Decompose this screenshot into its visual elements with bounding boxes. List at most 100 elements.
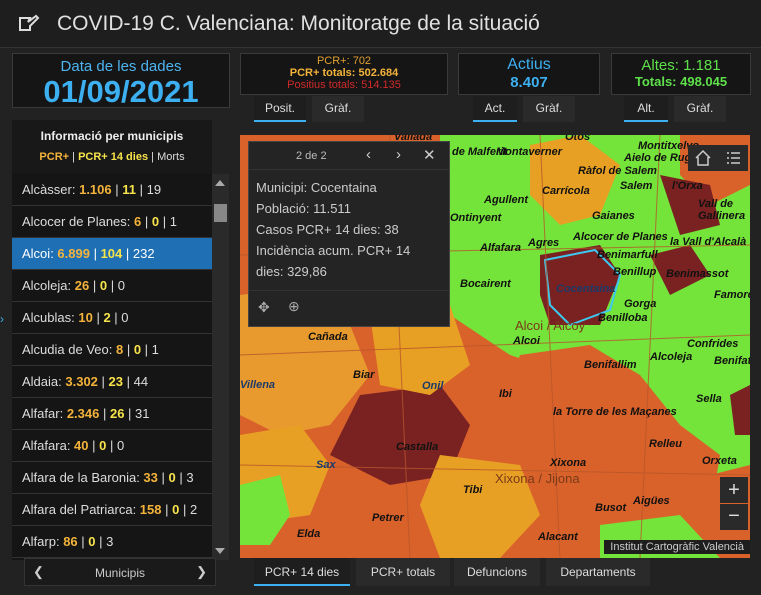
- pcr14-value: 0: [99, 278, 108, 293]
- pcr-value: 26: [74, 278, 90, 293]
- municipality-item[interactable]: Alfara de la Baronia: 33 | 0 | 3: [12, 462, 212, 494]
- map-label: Elda: [297, 528, 321, 540]
- municipality-nav: ❮ Municipis ❯: [24, 558, 216, 586]
- municipality-name: Alfara de la Baronia: [22, 470, 137, 485]
- positives-total: Positius totals: 514.135: [287, 79, 401, 91]
- home-button[interactable]: [688, 145, 718, 171]
- tab-pcr14[interactable]: PCR+ 14 dies: [254, 558, 350, 586]
- deaths-value: 19: [146, 182, 162, 197]
- municipality-item[interactable]: Alcudia de Veo: 8 | 0 | 1: [12, 334, 212, 366]
- date-label: Data de les dades: [60, 58, 182, 75]
- scroll-thumb[interactable]: [214, 204, 227, 222]
- tab-recovered[interactable]: Alt.: [624, 96, 668, 122]
- map-label: Villena: [240, 379, 276, 391]
- tab-departments[interactable]: Departaments: [546, 558, 650, 586]
- deaths-value: 232: [132, 246, 155, 261]
- municipality-name: Aldaia: [22, 374, 59, 389]
- list-scrollbar[interactable]: [212, 174, 229, 560]
- tab-posit[interactable]: Posit.: [254, 96, 306, 122]
- municipality-item[interactable]: Alcoleja: 26 | 0 | 0: [12, 270, 212, 302]
- app-header: COVID-19 C. Valenciana: Monitoratge de l…: [0, 0, 761, 48]
- municipality-name: Alcudia de Veo: [22, 342, 109, 357]
- tab-active[interactable]: Act.: [473, 96, 517, 122]
- deaths-value: 0: [121, 310, 129, 325]
- previous-feature-icon[interactable]: ‹: [366, 146, 371, 163]
- active-panel: Actius 8.407: [458, 53, 600, 95]
- map-label: la Vall d'Alcalà: [670, 236, 747, 248]
- municipality-item[interactable]: Alcocer de Planes: 6 | 0 | 1: [12, 206, 212, 238]
- scroll-down-icon[interactable]: [215, 548, 225, 554]
- legend-button[interactable]: [718, 145, 748, 171]
- map-label: Gorga: [624, 298, 657, 310]
- tab-active-graph[interactable]: Gràf.: [523, 96, 575, 122]
- legend-separator: |: [69, 151, 79, 163]
- municipality-item[interactable]: Alcoi: 6.899 | 104 | 232: [12, 238, 212, 270]
- pcr-value: 6.899: [57, 246, 90, 261]
- legend-deaths: Morts: [157, 151, 185, 163]
- app-title: COVID-19 C. Valenciana: Monitoratge de l…: [57, 12, 540, 35]
- deaths-value: 2: [189, 502, 198, 517]
- map-label: Benilloba: [598, 312, 648, 324]
- zoom-out-button[interactable]: −: [720, 504, 748, 530]
- scroll-up-icon[interactable]: [215, 180, 225, 186]
- close-icon[interactable]: ✕: [423, 146, 436, 164]
- map-label: Aigües: [633, 495, 670, 507]
- tab-deaths[interactable]: Defuncions: [454, 558, 540, 586]
- pcr14-value: 0: [168, 470, 176, 485]
- map-label: Sax: [316, 459, 336, 471]
- municipality-name: Alcoleja: [22, 278, 68, 293]
- next-feature-icon[interactable]: ›: [396, 146, 401, 163]
- legend-separator: |: [148, 151, 158, 163]
- tab-pcr-totals[interactable]: PCR+ totals: [356, 558, 450, 586]
- pcr-value: 40: [74, 438, 89, 453]
- move-icon[interactable]: ✥: [258, 299, 270, 316]
- municipality-name: Alfara del Patriarca: [22, 502, 133, 517]
- municipality-item[interactable]: Alfarp: 86 | 0 | 3: [12, 526, 212, 558]
- map-label: Famorca: [714, 289, 750, 301]
- popup-counter: 2 de 2: [296, 150, 327, 162]
- map-label: Confrides: [687, 338, 739, 350]
- active-value: 8.407: [510, 74, 548, 91]
- municipality-item[interactable]: Alfafara: 40 | 0 | 0: [12, 430, 212, 462]
- map-label: Agullent: [484, 194, 528, 206]
- tab-recovered-graph[interactable]: Gràf.: [674, 96, 726, 122]
- municipality-item[interactable]: Alcublas: 10 | 2 | 0: [12, 302, 212, 334]
- map-label: Orxeta: [702, 455, 737, 467]
- municipality-name: Alcàsser: [22, 182, 72, 197]
- map-label: Alcoi: [513, 335, 540, 347]
- municipality-list[interactable]: Alcàsser: 1.106 | 11 | 19 Alcocer de Plan…: [12, 174, 212, 560]
- zoom-to-icon[interactable]: ⊕: [288, 298, 300, 315]
- pcr-value: 10: [78, 310, 93, 325]
- popup-line: Municipi: Cocentaina: [256, 180, 377, 195]
- municipality-item[interactable]: Alfara del Patriarca: 158 | 0 | 2: [12, 494, 212, 526]
- legend-pcr: PCR+: [39, 151, 70, 163]
- pcr14-value: 11: [122, 182, 136, 197]
- map-label: Ibi: [499, 388, 512, 400]
- municipality-item[interactable]: Aldaia: 3.302 | 23 | 44: [12, 366, 212, 398]
- map-label: Alcoi / Alcoy: [515, 318, 586, 333]
- zoom-in-button[interactable]: +: [720, 477, 748, 503]
- municipality-name: Alcoi: [22, 246, 51, 261]
- date-panel: Data de les dades 01/09/2021: [12, 53, 230, 109]
- map-label: Biar: [353, 369, 375, 381]
- tab-pcr-graph[interactable]: Gràf.: [312, 96, 364, 122]
- deaths-value: 3: [186, 470, 194, 485]
- municipality-item[interactable]: Alcàsser: 1.106 | 11 | 19: [12, 174, 212, 206]
- deaths-value: 31: [135, 406, 150, 421]
- side-expand-icon[interactable]: ›: [0, 312, 6, 326]
- pcr-total: PCR+ totals: 502.684: [289, 67, 399, 79]
- feature-popup: 2 de 2 ‹ › ✕ Municipi: Cocentaina Poblac…: [248, 141, 450, 327]
- deaths-value: 44: [133, 374, 149, 389]
- municipality-item[interactable]: Alfafar: 2.346 | 26 | 31: [12, 398, 212, 430]
- map-label: Petrer: [372, 512, 404, 524]
- map-label: Alcocer de Planes: [573, 231, 668, 243]
- active-label: Actius: [507, 56, 551, 73]
- map-label: Alfafara: [480, 242, 521, 254]
- map-label: Carrícola: [542, 185, 590, 197]
- map-label: Ontinyent: [450, 212, 502, 224]
- map-label: Agres: [528, 237, 560, 249]
- map-label-selected: Cocentaina: [556, 283, 616, 295]
- map-label: Ràfol de Salem: [578, 165, 657, 177]
- map-label: Bocairent: [460, 278, 511, 290]
- next-icon[interactable]: ❯: [196, 564, 207, 580]
